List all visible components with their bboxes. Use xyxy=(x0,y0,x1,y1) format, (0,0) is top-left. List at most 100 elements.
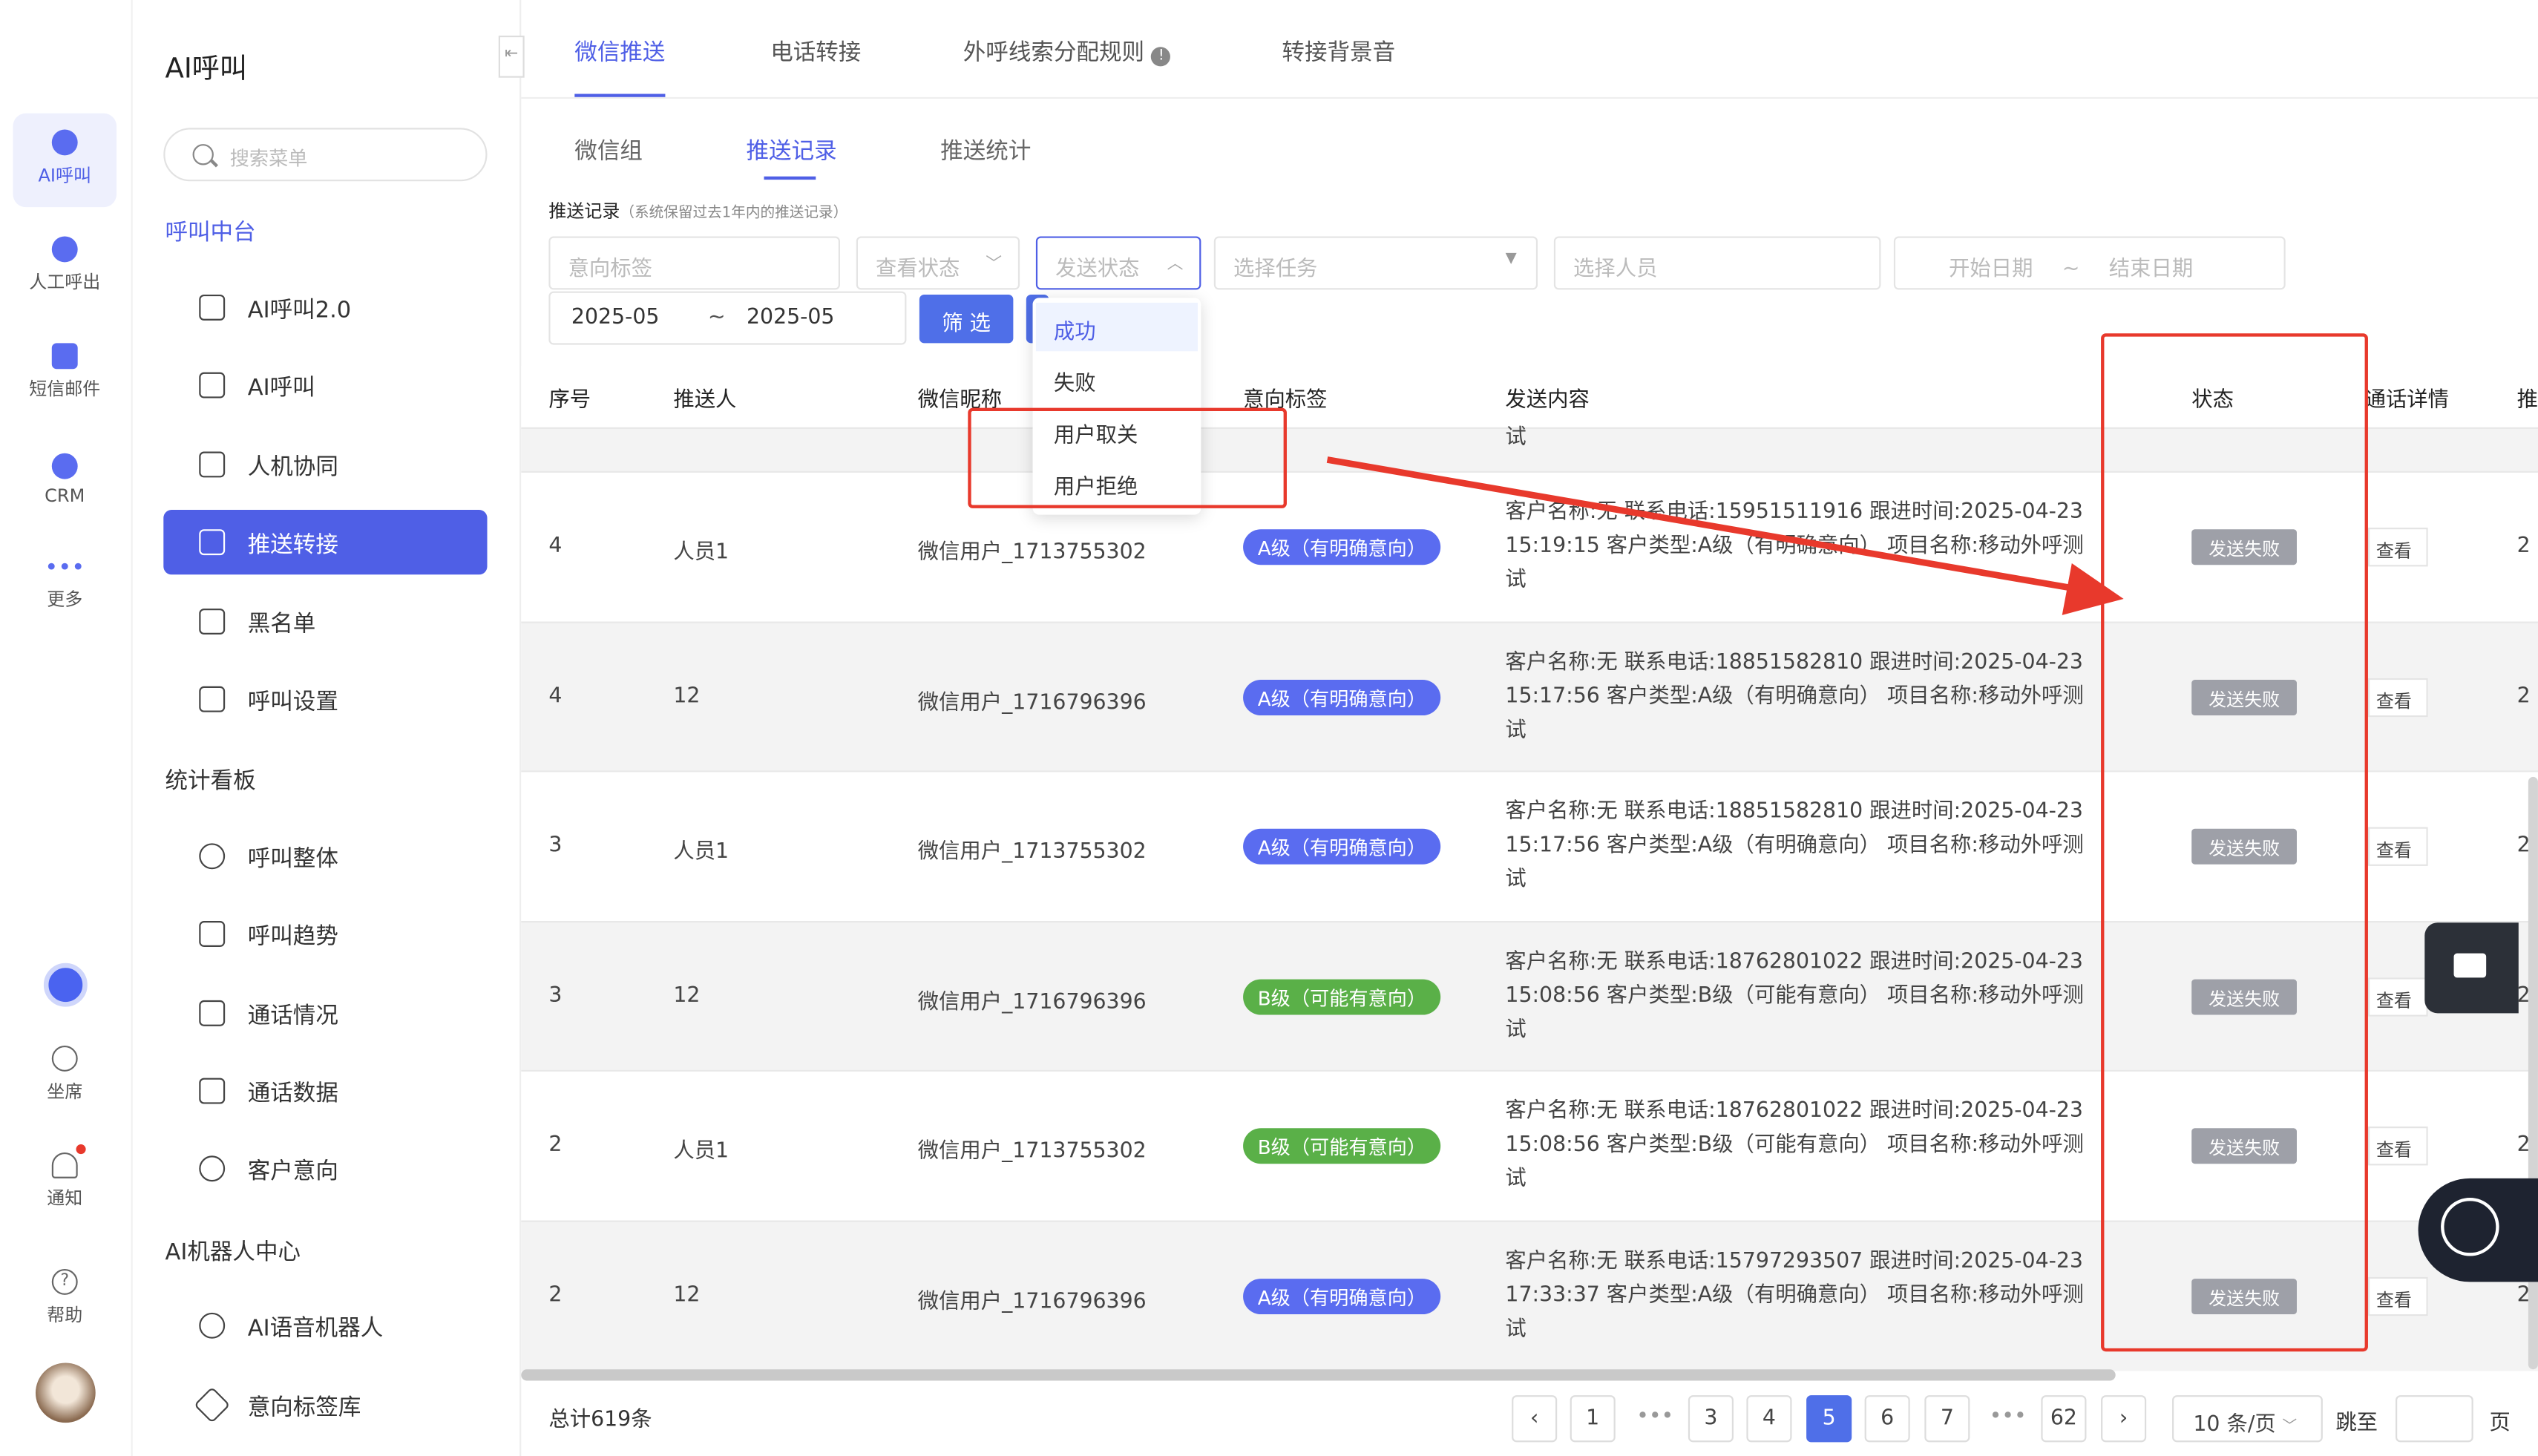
rail-label: 短信邮件 xyxy=(29,378,101,400)
task-select[interactable]: 选择任务 ▼ xyxy=(1213,236,1538,290)
menu-item-label: 呼叫趋势 xyxy=(247,924,338,951)
menu-item-label: 呼叫整体 xyxy=(247,846,338,873)
horizontal-scrollbar[interactable] xyxy=(521,1369,2116,1381)
view-detail-button[interactable]: 查看 xyxy=(2367,1276,2428,1316)
section-title-text: 推送记录 xyxy=(548,200,620,222)
active-subtab-indicator xyxy=(764,176,816,180)
content-line: 客户名称:无 联系电话:18762801022 跟进时间:2025-04-23 xyxy=(1505,1098,2083,1124)
page-6[interactable]: 6 xyxy=(1864,1395,1910,1443)
subtab-wechat-group[interactable]: 微信组 xyxy=(574,134,643,167)
view-detail-button[interactable]: 查看 xyxy=(2367,827,2428,866)
chevron-down-icon: ﹀ xyxy=(986,255,1003,274)
page-62[interactable]: 62 xyxy=(2041,1395,2087,1443)
page-1[interactable]: 1 xyxy=(1570,1395,1616,1443)
rail-item-notify[interactable]: 通知 xyxy=(13,1152,117,1211)
cell-index: 3 xyxy=(548,984,563,1009)
rail-item-sms-mail[interactable]: 短信邮件 xyxy=(13,343,117,401)
view-detail-button[interactable]: 查看 xyxy=(2367,977,2428,1017)
rail-item-help[interactable]: ? 帮助 xyxy=(13,1268,117,1328)
menu-item-push-transfer[interactable]: 推送转接 xyxy=(163,510,488,575)
annotation-arrow xyxy=(1326,456,2124,615)
section-call-center[interactable]: 呼叫中台 xyxy=(165,215,255,248)
menu-item-human-machine[interactable]: 人机协同 xyxy=(163,432,487,496)
menu-item-call-trend[interactable]: 呼叫趋势 xyxy=(163,902,487,966)
content-line: 试 xyxy=(1505,1317,1527,1342)
page-5-current[interactable]: 5 xyxy=(1806,1395,1852,1443)
next-page-button[interactable]: › xyxy=(2101,1395,2147,1443)
content-line: 15:17:56 客户类型:A级（有明确意向） 项目名称:移动外呼测 xyxy=(1505,684,2084,709)
page-ellipsis[interactable]: ••• xyxy=(1636,1405,1673,1429)
subtab-push-stats[interactable]: 推送统计 xyxy=(940,134,1031,167)
view-status-select[interactable]: 查看状态 ﹀ xyxy=(856,236,1020,290)
section-title: 推送记录（系统保留过去1年内的推送记录） xyxy=(548,197,847,223)
chat-float-button[interactable] xyxy=(2424,922,2519,1014)
rail-item-crm[interactable]: CRM xyxy=(13,453,117,507)
option-failed[interactable]: 失败 xyxy=(1036,355,1198,403)
tab-lead-rules[interactable]: 外呼线索分配规则 ! xyxy=(963,36,1171,68)
menu-item-ai-call[interactable]: AI呼叫 xyxy=(163,352,487,417)
date-range-picker[interactable]: 开始日期 ~ 结束日期 xyxy=(1893,236,2286,290)
content-line: 15:17:56 客户类型:A级（有明确意向） 项目名称:移动外呼测 xyxy=(1505,833,2084,858)
content-line: 客户名称:无 联系电话:15797293507 跟进时间:2025-04-23 xyxy=(1505,1249,2083,1274)
menu-item-ai-call-2[interactable]: AI呼叫2.0 xyxy=(163,275,487,340)
menu-item-label: 人机协同 xyxy=(247,454,338,481)
cell-content: 客户名称:无 联系电话:18851582810 跟进时间:2025-04-23 1… xyxy=(1505,646,2123,747)
section-ai-robot[interactable]: AI机器人中心 xyxy=(165,1235,301,1268)
menu-item-call-settings[interactable]: 呼叫设置 xyxy=(163,667,487,732)
menu-item-call-overall[interactable]: 呼叫整体 xyxy=(163,824,487,888)
section-stats[interactable]: 统计看板 xyxy=(165,764,255,796)
rail-item-ai-call[interactable]: AI呼叫 xyxy=(13,113,117,208)
tab-wechat-push[interactable]: 微信推送 xyxy=(574,36,665,68)
side-menu: AI呼叫 ⇤ 搜索菜单 呼叫中台 AI呼叫2.0 AI呼叫 人机协同 推送转接 … xyxy=(132,0,525,1456)
content-line: 客户名称:无 联系电话:18851582810 跟进时间:2025-04-23 xyxy=(1505,650,2083,675)
phone-float-button[interactable] xyxy=(2418,1178,2538,1282)
intent-tag: A级（有明确意向） xyxy=(1243,680,1441,716)
cell-pusher: 12 xyxy=(673,1283,701,1308)
menu-item-intent-tags[interactable]: 意向标签库 xyxy=(163,1373,487,1437)
page-size-select[interactable]: 10 条/页 ﹀ xyxy=(2172,1395,2323,1443)
page-3[interactable]: 3 xyxy=(1688,1395,1734,1443)
menu-item-call-data[interactable]: 通话数据 xyxy=(163,1058,487,1123)
filter-button[interactable]: 筛 选 xyxy=(919,294,1014,344)
message-icon xyxy=(51,343,78,370)
col-call-detail: 通话详情 xyxy=(2364,388,2450,413)
send-status-select[interactable]: 发送状态 ︿ xyxy=(1035,236,1201,290)
rail-item-manual-call[interactable]: 人工呼出 xyxy=(13,236,117,295)
annotation-box-status-column xyxy=(2101,333,2368,1352)
menu-item-label: 通话数据 xyxy=(247,1080,338,1107)
info-icon: ! xyxy=(1151,47,1171,67)
cell-index: 2 xyxy=(548,1132,563,1158)
subtab-push-records[interactable]: 推送记录 xyxy=(746,134,836,167)
content-line: 试 xyxy=(1505,1167,1527,1192)
content-line: 15:08:56 客户类型:B级（可能有意向） 项目名称:移动外呼测 xyxy=(1505,984,2084,1009)
tab-phone-transfer[interactable]: 电话转接 xyxy=(770,36,861,68)
menu-item-ai-voice-robot[interactable]: AI语音机器人 xyxy=(163,1293,487,1358)
intent-tag-select[interactable]: 意向标签 xyxy=(548,236,840,290)
col-pusher: 推送人 xyxy=(673,388,737,413)
view-detail-button[interactable]: 查看 xyxy=(2367,678,2428,718)
avatar[interactable] xyxy=(35,1362,96,1423)
rail-item-more[interactable]: ••• 更多 xyxy=(13,557,117,612)
range-separator: ~ xyxy=(2062,257,2080,282)
month-range-picker[interactable]: 2025-05 ~2025-05 xyxy=(548,291,907,345)
cell-pusher: 12 xyxy=(673,984,701,1009)
tab-transfer-music[interactable]: 转接背景音 xyxy=(1282,36,1395,68)
rail-item-seat[interactable]: 坐席 xyxy=(13,1045,117,1104)
menu-item-label: AI呼叫2.0 xyxy=(247,298,352,324)
view-detail-button[interactable]: 查看 xyxy=(2367,528,2428,567)
menu-item-customer-intent[interactable]: 客户意向 xyxy=(163,1136,487,1201)
chat-bubble-icon xyxy=(2453,953,2487,978)
option-success[interactable]: 成功 xyxy=(1035,302,1198,352)
page-ellipsis[interactable]: ••• xyxy=(1990,1405,2027,1429)
jump-page-input[interactable] xyxy=(2396,1395,2473,1443)
app-logo-icon[interactable] xyxy=(43,963,88,1007)
page-4[interactable]: 4 xyxy=(1746,1395,1792,1443)
menu-item-call-status[interactable]: 通话情况 xyxy=(163,981,487,1046)
menu-item-blacklist[interactable]: 黑名单 xyxy=(163,589,487,654)
prev-page-button[interactable]: ‹ xyxy=(1512,1395,1558,1443)
page-7[interactable]: 7 xyxy=(1924,1395,1970,1443)
menu-search-input[interactable]: 搜索菜单 xyxy=(163,128,488,182)
tab-lead-rules-label: 外呼线索分配规则 xyxy=(963,40,1145,67)
person-select[interactable]: 选择人员 xyxy=(1553,236,1881,290)
view-detail-button[interactable]: 查看 xyxy=(2367,1127,2428,1166)
